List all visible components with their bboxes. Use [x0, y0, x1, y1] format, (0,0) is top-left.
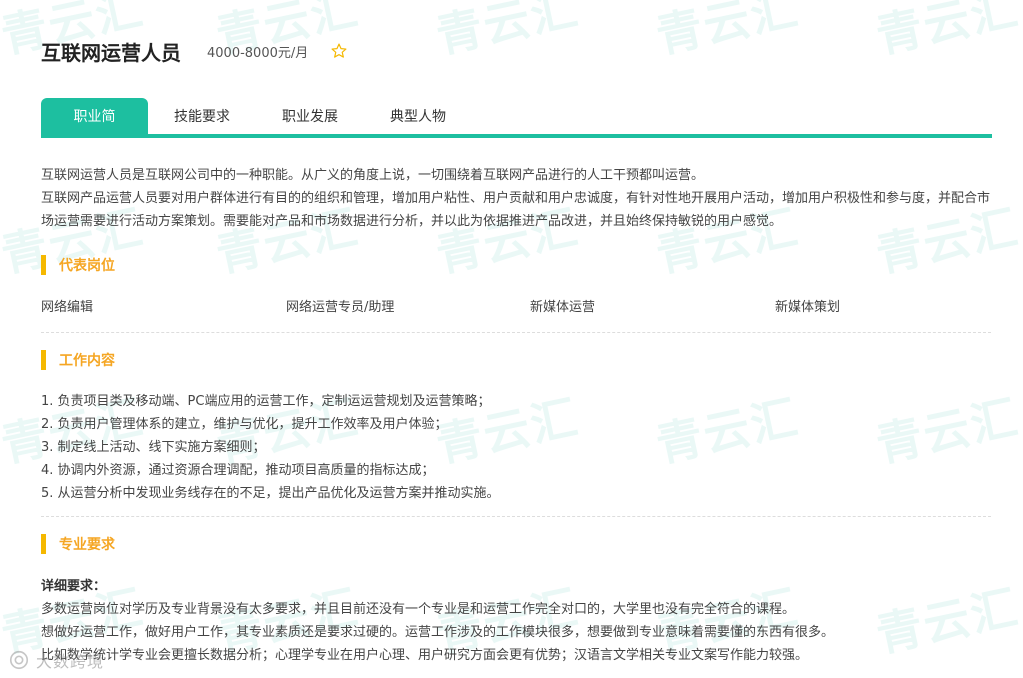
list-item: 1. 负责项目类及移动端、PC端应用的运营工作，定制运运营规划及运营策略；	[41, 394, 491, 409]
position-item: 新媒体运营	[530, 300, 596, 315]
intro-text: 互联网运营人员是互联网公司中的一种职能。从广义的角度上说，一切围绕着互联网产品进…	[41, 164, 991, 233]
star-outline-icon[interactable]	[330, 42, 348, 60]
position-item: 网络编辑	[41, 300, 94, 315]
requirement-line: 比如数学统计学专业会更擅长数据分析；心理学专业在用户心理、用户研究方面会更有优势…	[41, 648, 809, 663]
tab-bar: 职业简介 技能要求 职业发展 典型人物	[41, 98, 992, 163]
tab-career-development[interactable]: 职业发展	[256, 98, 364, 134]
position-item: 新媒体策划	[775, 300, 841, 315]
divider	[41, 332, 991, 333]
requirement-line: 想做好运营工作，做好用户工作，其专业素质还是要求过硬的。运营工作涉及的工作模块很…	[41, 625, 835, 640]
tab-skill-requirements[interactable]: 技能要求	[148, 98, 256, 134]
intro-line: 互联网产品运营人员要对用户群体进行有目的的组织和管理，增加用户粘性、用户贡献和用…	[41, 191, 991, 229]
corner-watermark-text: 大数跨境	[36, 652, 105, 671]
salary-range: 4000-8000元/月	[207, 45, 309, 61]
list-item: 3. 制定线上活动、线下实施方案细则；	[41, 440, 266, 455]
list-item: 2. 负责用户管理体系的建立，维护与优化，提升工作效率及用户体验；	[41, 417, 448, 432]
divider	[41, 516, 991, 517]
requirement-line: 多数运营岗位对学历及专业背景没有太多要求，并且目前还没有一个专业是和运营工作完全…	[41, 602, 796, 617]
section-title: 专业要求	[59, 537, 115, 553]
watermark-text: 青云汇	[431, 0, 584, 64]
section-marker	[41, 255, 46, 275]
section-work: 工作内容	[41, 350, 115, 370]
section-title: 工作内容	[59, 353, 115, 369]
requirements-text: 多数运营岗位对学历及专业背景没有太多要求，并且目前还没有一个专业是和运营工作完全…	[41, 598, 991, 667]
title-row: 互联网运营人员 4000-8000元/月	[41, 34, 348, 68]
section-marker	[41, 350, 46, 370]
section-marker	[41, 534, 46, 554]
watermark-text: 青云汇	[871, 0, 1023, 64]
page-title: 互联网运营人员	[41, 40, 181, 65]
section-positions: 代表岗位	[41, 255, 115, 275]
position-item: 网络运营专员/助理	[286, 300, 395, 315]
section-title: 代表岗位	[59, 258, 115, 274]
position-list: 网络编辑 网络运营专员/助理 新媒体运营 新媒体策划	[41, 296, 991, 316]
section-major: 专业要求	[41, 534, 115, 554]
tab-career-intro[interactable]: 职业简介	[41, 98, 148, 163]
corner-watermark: 大数跨境	[8, 648, 104, 672]
brand-logo-icon	[9, 650, 29, 670]
watermark-text: 青云汇	[651, 0, 804, 64]
work-content-list: 1. 负责项目类及移动端、PC端应用的运营工作，定制运运营规划及运营策略； 2.…	[41, 390, 991, 505]
list-item: 5. 从运营分析中发现业务线存在的不足，提出产品优化及运营方案并推动实施。	[41, 486, 500, 501]
detail-requirements-label: 详细要求：	[41, 579, 107, 594]
tab-typical-people[interactable]: 典型人物	[364, 98, 472, 134]
list-item: 4. 协调内外资源，通过资源合理调配，推动项目高质量的指标达成；	[41, 463, 435, 478]
intro-line: 互联网运营人员是互联网公司中的一种职能。从广义的角度上说，一切围绕着互联网产品进…	[41, 168, 705, 183]
